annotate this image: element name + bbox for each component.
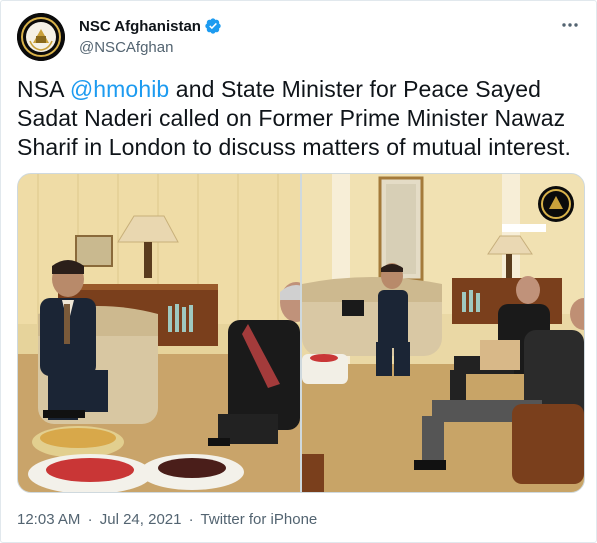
- avatar[interactable]: [17, 13, 65, 61]
- media-grid: [17, 173, 585, 493]
- tweet-date[interactable]: Jul 24, 2021: [100, 511, 182, 528]
- tweet-time[interactable]: 12:03 AM: [17, 511, 80, 528]
- tweet-metadata: 12:03 AM · Jul 24, 2021 · Twitter for iP…: [17, 511, 317, 528]
- tweet-text: NSA @hmohib and State Minister for Peace…: [17, 75, 581, 162]
- meta-separator: ·: [87, 511, 93, 528]
- account-handle[interactable]: @NSCAfghan: [79, 39, 173, 56]
- tweet-card: NSC Afghanistan @NSCAfghan NSA @hmohib a…: [0, 0, 597, 543]
- meeting-photo-2[interactable]: [302, 174, 584, 492]
- verified-badge-icon: [204, 17, 222, 35]
- meeting-photo-1[interactable]: [18, 174, 300, 492]
- tweet-prefix: NSA: [17, 76, 70, 102]
- more-options-icon[interactable]: [560, 15, 580, 35]
- meta-separator: ·: [188, 511, 194, 528]
- nsc-emblem-icon: [17, 13, 65, 61]
- display-name[interactable]: NSC Afghanistan: [79, 18, 201, 35]
- mention-link[interactable]: @hmohib: [70, 76, 169, 102]
- tweet-source[interactable]: Twitter for iPhone: [201, 511, 318, 528]
